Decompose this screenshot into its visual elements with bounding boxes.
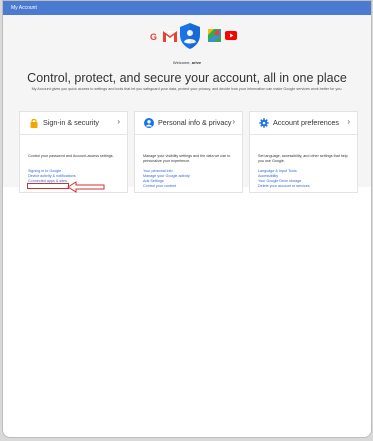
card-personal-info-privacy[interactable]: Personal info & privacy › Manage your vi… (134, 111, 243, 193)
card-header[interactable]: Account preferences › (250, 112, 357, 135)
top-bar: My Account (3, 1, 371, 15)
maps-icon (208, 29, 221, 42)
google-g-logo: G (150, 32, 158, 42)
card-title: Personal info & privacy (158, 118, 232, 127)
card-header[interactable]: Sign-in & security › (20, 112, 127, 135)
welcome-text: Welcome, arive (3, 60, 371, 65)
link-control-content[interactable]: Control your content (143, 184, 235, 189)
card-title: Sign-in & security (43, 118, 99, 127)
card-account-preferences[interactable]: Account preferences › Set language, acce… (249, 111, 358, 193)
account-home: G Welcome, arive Control, protect, and s… (3, 15, 371, 193)
page-headline: Control, protect, and secure your accoun… (27, 71, 347, 85)
card-description: Set language, accessibility, and other s… (258, 154, 348, 163)
account-shield-icon (180, 23, 200, 49)
card-links: Your personal info Manage your Google ac… (143, 169, 235, 189)
card-links: Language & Input Tools Accessibility You… (258, 169, 350, 189)
chevron-right-icon[interactable]: › (232, 117, 235, 126)
card-description: Control your password and Account-access… (28, 154, 114, 158)
product-icons-row: G (3, 23, 371, 49)
card-description: Manage your visibility settings and the … (143, 154, 231, 163)
chevron-right-icon[interactable]: › (347, 117, 350, 126)
link-delete-account[interactable]: Delete your account or services (258, 184, 350, 189)
card-title: Account preferences (273, 118, 339, 127)
youtube-icon (225, 31, 237, 40)
card-sign-in-security[interactable]: Sign-in & security › Control your passwo… (19, 111, 128, 193)
highlight-box (27, 183, 69, 189)
gmail-icon (163, 31, 177, 42)
welcome-prefix: Welcome, (172, 60, 191, 65)
page-subheading: My Account gives you quick access to set… (31, 87, 343, 91)
gear-icon (259, 118, 269, 128)
card-header[interactable]: Personal info & privacy › (135, 112, 242, 135)
person-icon (144, 118, 154, 128)
annotation-arrow-icon (67, 181, 105, 193)
lock-icon (30, 118, 38, 128)
chevron-right-icon[interactable]: › (117, 117, 120, 126)
browser-frame: My Account G Welcome, arive Control, pro… (2, 0, 372, 438)
user-name: arive (191, 60, 202, 65)
app-title: My Account (11, 5, 37, 11)
